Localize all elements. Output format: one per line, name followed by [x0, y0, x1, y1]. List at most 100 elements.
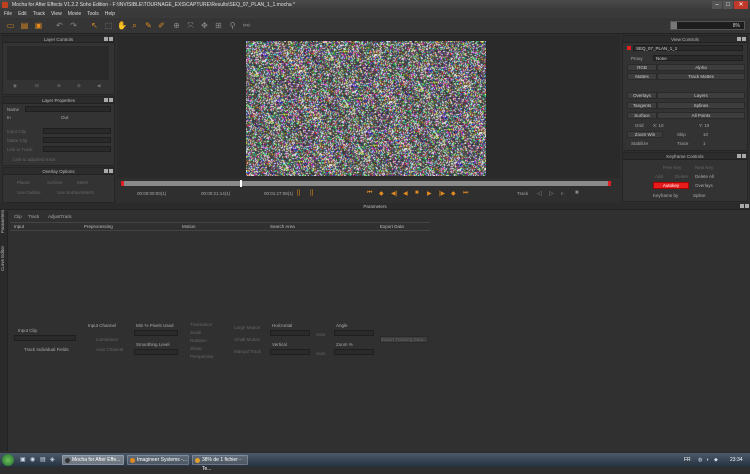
next-key-button[interactable]: Next Key	[695, 165, 713, 170]
layer-list[interactable]	[7, 46, 109, 80]
small-motion-radio[interactable]: Small Motion	[234, 337, 260, 342]
menu-view[interactable]: View	[51, 10, 62, 18]
tray-network-icon[interactable]: ◍	[698, 457, 702, 463]
motion-shear[interactable]: Shear	[190, 346, 202, 351]
add-point-icon[interactable]: ⊕	[172, 21, 181, 30]
task-imagineer[interactable]: Imagineer Systems -...	[127, 455, 189, 465]
key-overlays-button[interactable]: Overlays	[695, 183, 713, 188]
start-button[interactable]	[2, 454, 14, 466]
out-point-marker[interactable]	[608, 181, 611, 186]
horizontal-field[interactable]	[270, 330, 310, 336]
save-project-icon[interactable]: ▣	[34, 21, 43, 30]
add-key-button[interactable]: Add	[655, 174, 663, 179]
trace-value[interactable]: 1	[703, 141, 706, 146]
transform-icon[interactable]: ✥	[200, 21, 209, 30]
menu-track[interactable]: Track	[33, 10, 45, 18]
clip-select[interactable]: SEQ_07_PLAN_1_1	[633, 45, 743, 51]
prev-key-button[interactable]: Prev Key	[663, 165, 681, 170]
quicklaunch-browser-icon[interactable]: ◉	[30, 456, 35, 463]
layer-up-icon[interactable]: ◀	[97, 83, 100, 89]
overlay-mesh[interactable]: Mesh	[77, 180, 88, 185]
time-current[interactable]: 00:00:21:14(1)	[201, 191, 230, 196]
track-frame-icon[interactable]: ▹	[561, 190, 564, 197]
grid-x[interactable]: X: 10	[653, 123, 664, 128]
track-backward-icon[interactable]: ◁	[537, 190, 542, 197]
splines-button[interactable]: Splines	[657, 102, 745, 109]
proxy-select[interactable]: None	[653, 55, 743, 61]
next-key-icon[interactable]: ◆	[451, 190, 456, 197]
delete-all-button[interactable]: Delete All	[695, 174, 714, 179]
link-icon[interactable]: ⚯	[242, 21, 251, 30]
undo-icon[interactable]: ↶	[55, 21, 64, 30]
zoom-win-button[interactable]: Zoom Win	[627, 131, 663, 138]
all-points-button[interactable]: All Points	[657, 112, 745, 119]
pointer-icon[interactable]: ↖	[90, 21, 99, 30]
luminance-radio[interactable]: Luminance	[96, 337, 118, 342]
go-start-icon[interactable]: ⏮	[367, 190, 372, 197]
angle-field[interactable]	[334, 330, 374, 336]
tab-curve-editor[interactable]: Curve Editor	[0, 237, 5, 271]
overlay-surface[interactable]: Surface	[47, 180, 63, 185]
motion-rotation[interactable]: Rotation	[190, 338, 207, 343]
min-pixels-field[interactable]	[134, 330, 178, 336]
quicklaunch-desktop-icon[interactable]: ▣	[20, 456, 26, 463]
new-project-icon[interactable]: ▭	[6, 21, 15, 30]
language-indicator[interactable]: FR	[684, 457, 691, 463]
redo-icon[interactable]: ↷	[69, 21, 78, 30]
menu-help[interactable]: Help	[105, 10, 115, 18]
minimize-button[interactable]: –	[712, 1, 722, 9]
playhead[interactable]	[240, 180, 242, 187]
smoothing-level-field[interactable]	[134, 349, 178, 355]
hand-icon[interactable]: ✋	[117, 21, 127, 30]
timeline-track[interactable]	[121, 180, 611, 187]
open-project-icon[interactable]: ▤	[20, 21, 29, 30]
quicklaunch-folder-icon[interactable]: ▤	[40, 456, 46, 463]
keyframe-by-select[interactable]: Spline	[693, 193, 706, 198]
maximize-button[interactable]: □	[723, 1, 733, 9]
task-mocha[interactable]: Mocha for After Effe...	[62, 455, 124, 465]
close-button[interactable]: ✕	[734, 1, 748, 9]
delete-key-button[interactable]: Delete	[675, 174, 688, 179]
tab-track[interactable]: Track	[28, 214, 39, 219]
magnet-icon[interactable]: ⚲	[228, 21, 237, 30]
grid-y[interactable]: Y: 10	[699, 123, 709, 128]
move-icon[interactable]: ⤧	[186, 21, 195, 30]
zoom-bar[interactable]: 8%	[670, 21, 745, 30]
skip-value[interactable]: 10	[703, 132, 708, 137]
mattes-button[interactable]: Mattes	[627, 73, 657, 80]
vertical-field[interactable]	[270, 349, 310, 355]
alpha-button[interactable]: Alpha	[657, 64, 745, 71]
horizontal-auto[interactable]: Auto	[316, 332, 325, 337]
vertical-auto[interactable]: Auto	[316, 351, 325, 356]
track-mattes-button[interactable]: Track Mattes	[657, 73, 745, 80]
rgb-button[interactable]: RGB	[627, 64, 657, 71]
motion-perspective[interactable]: Perspective	[190, 354, 214, 359]
use-outline[interactable]: Use Outline	[17, 190, 41, 195]
link-to-track-select[interactable]	[43, 146, 111, 152]
quicklaunch-app-icon[interactable]: ◈	[50, 456, 55, 463]
name-field[interactable]	[25, 106, 111, 112]
tab-clip[interactable]: Clip	[14, 214, 22, 219]
motion-scale[interactable]: Scale	[190, 330, 201, 335]
stabilize-button[interactable]: Stabilize	[631, 141, 648, 146]
select-icon[interactable]: ⬚	[104, 21, 113, 30]
input-clip-select[interactable]	[43, 128, 111, 134]
create-bezier-icon[interactable]: ✐	[157, 21, 166, 30]
layers-button[interactable]: Layers	[657, 92, 745, 99]
track-individual-fields[interactable]: Track Individual Fields	[24, 347, 69, 352]
in-point-marker[interactable]	[121, 181, 124, 186]
matte-clip-select[interactable]	[43, 137, 111, 143]
set-out-icon[interactable]: |]	[310, 190, 313, 196]
large-motion-radio[interactable]: Large Motion	[234, 325, 260, 330]
input-clip-param-select[interactable]	[14, 335, 76, 341]
go-end-icon[interactable]: ⏭	[463, 190, 468, 197]
set-in-icon[interactable]: [|	[297, 190, 300, 196]
tab-adjusttrack[interactable]: AdjustTrack	[48, 214, 72, 219]
menu-edit[interactable]: Edit	[18, 10, 27, 18]
stop-icon[interactable]: ■	[415, 190, 419, 196]
layer-lock-icon[interactable]: ⊟	[35, 83, 39, 89]
surface-button[interactable]: Surface	[627, 112, 657, 119]
motion-translation[interactable]: Translation	[190, 322, 212, 327]
overlay-planar[interactable]: Planar	[17, 180, 30, 185]
use-surface-mesh[interactable]: Use Surface/Mesh	[57, 190, 94, 195]
